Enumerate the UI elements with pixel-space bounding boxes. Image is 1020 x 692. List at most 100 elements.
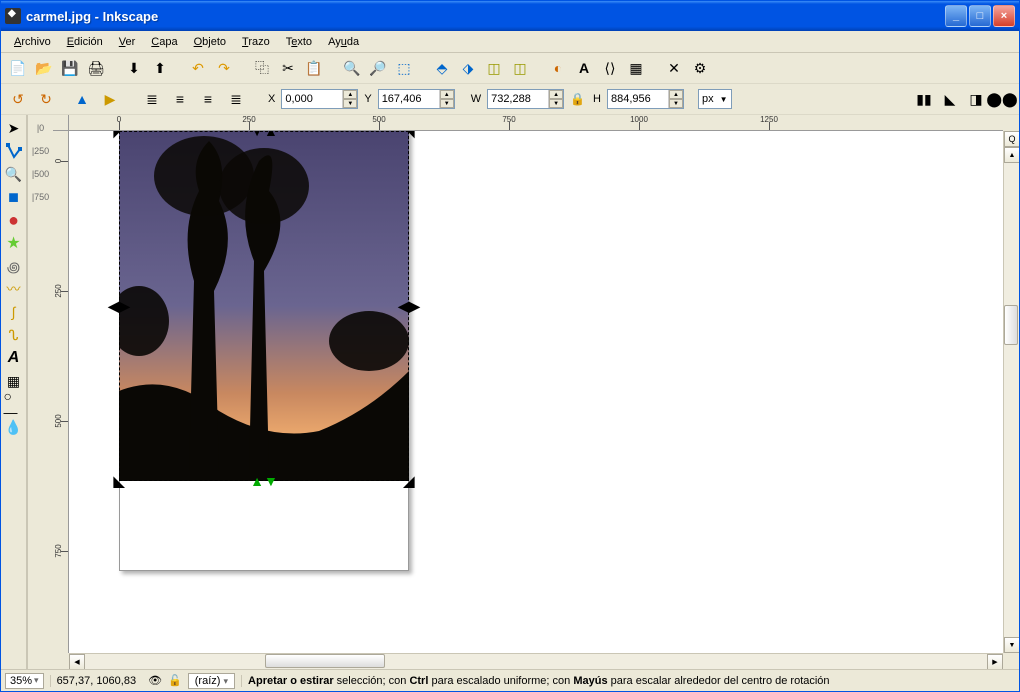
flip-v-button[interactable]: ▶ bbox=[98, 87, 122, 111]
handle-nw[interactable]: ◤ bbox=[112, 131, 126, 138]
text-dialog-button[interactable]: A bbox=[572, 56, 596, 80]
unit-combo[interactable]: px▼ bbox=[698, 89, 732, 109]
copy-button[interactable]: ⿻ bbox=[250, 56, 274, 80]
affect-pattern-button[interactable]: ⬤⬤ bbox=[990, 87, 1014, 111]
scroll-down-button[interactable]: ▼ bbox=[1004, 637, 1019, 653]
connector-tool[interactable]: ○— bbox=[3, 393, 25, 415]
affect-gradient-button[interactable]: ◨ bbox=[964, 87, 988, 111]
canvas[interactable]: ◤ ▼▲ ◥ ◀▶ ◀▶ ◣ ▲▼ ◢ bbox=[69, 131, 1003, 653]
freehand-tool[interactable]: 〰 bbox=[3, 278, 25, 300]
select-tool[interactable]: ➤ bbox=[3, 117, 25, 139]
menu-capa[interactable]: Capa bbox=[143, 34, 185, 50]
handle-e[interactable]: ◀▶ bbox=[402, 299, 416, 313]
zoom-display[interactable]: 35%▾ bbox=[5, 673, 44, 689]
rotate-cw-button[interactable]: ↻ bbox=[34, 87, 58, 111]
lower-button[interactable]: ≡ bbox=[168, 87, 192, 111]
new-doc-button[interactable]: 📄 bbox=[6, 56, 30, 80]
menu-texto[interactable]: Texto bbox=[278, 34, 320, 50]
scroll-thumb-v[interactable] bbox=[1004, 305, 1018, 345]
dropper-tool[interactable]: 💧 bbox=[3, 416, 25, 438]
import-button[interactable]: ⬇ bbox=[122, 56, 146, 80]
lock-icon[interactable]: 🔒 bbox=[570, 92, 585, 106]
zoom-draw-button[interactable]: 🔎 bbox=[366, 56, 390, 80]
toolbox-left: ➤ 🔍 ■ ● ★ ꩜ 〰 ∫ ᔐ A ▦ ○— 💧 bbox=[1, 115, 27, 669]
undo-button[interactable]: ↶ bbox=[186, 56, 210, 80]
ruler-horizontal[interactable]: 0 250 500 750 1000 1250 bbox=[69, 115, 1003, 131]
handle-n[interactable]: ▼▲ bbox=[257, 131, 271, 138]
handle-sw[interactable]: ◣ bbox=[112, 474, 126, 488]
redo-button[interactable]: ↷ bbox=[212, 56, 236, 80]
scroll-right-button[interactable]: ▶ bbox=[987, 654, 1003, 669]
y-label: Y bbox=[364, 93, 371, 105]
maximize-button[interactable]: □ bbox=[969, 5, 991, 27]
affect-corner-button[interactable]: ◣ bbox=[938, 87, 962, 111]
ruler-vertical[interactable]: 0 250 500 750 bbox=[53, 131, 69, 653]
menu-trazo[interactable]: Trazo bbox=[234, 34, 278, 50]
fill-button[interactable]: ◐ bbox=[546, 56, 570, 80]
y-input[interactable]: ▲▼ bbox=[378, 89, 455, 109]
lower-bottom-button[interactable]: ≣ bbox=[140, 87, 164, 111]
statusbar: 35%▾ 657,37, 1060,83 👁 🔓 (raíz) ▾ Apreta… bbox=[1, 669, 1019, 691]
rotate-ccw-button[interactable]: ↺ bbox=[6, 87, 30, 111]
close-button[interactable]: × bbox=[993, 5, 1015, 27]
minimize-button[interactable]: _ bbox=[945, 5, 967, 27]
open-button[interactable]: 📂 bbox=[32, 56, 56, 80]
rect-tool[interactable]: ■ bbox=[3, 186, 25, 208]
w-label: W bbox=[471, 93, 481, 105]
menu-ver[interactable]: Ver bbox=[111, 34, 144, 50]
layer-name[interactable]: (raíz) ▾ bbox=[188, 673, 235, 689]
scroll-left-button[interactable]: ◀ bbox=[69, 654, 85, 669]
ungroup-button[interactable]: ◫ bbox=[508, 56, 532, 80]
affect-stroke-button[interactable]: ▮▮ bbox=[912, 87, 936, 111]
star-tool[interactable]: ★ bbox=[3, 232, 25, 254]
docprefs-button[interactable]: ⚙ bbox=[688, 56, 712, 80]
menu-edicion[interactable]: Edición bbox=[59, 34, 111, 50]
status-message: Apretar o estirar selección; con Ctrl pa… bbox=[241, 675, 1015, 687]
raise-top-button[interactable]: ≣ bbox=[224, 87, 248, 111]
zoom-fit-button[interactable]: 🔍 bbox=[340, 56, 364, 80]
zoom-tool[interactable]: 🔍 bbox=[3, 163, 25, 185]
align-button[interactable]: ▦ bbox=[624, 56, 648, 80]
save-button[interactable]: 💾 bbox=[58, 56, 82, 80]
handle-w[interactable]: ◀▶ bbox=[112, 299, 126, 313]
handle-se[interactable]: ◢ bbox=[402, 474, 416, 488]
menu-archivo[interactable]: Archivo bbox=[6, 34, 59, 50]
duplicate-button[interactable]: ⬘ bbox=[430, 56, 454, 80]
calligraphy-tool[interactable]: ᔐ bbox=[3, 324, 25, 346]
layer-vis-icon[interactable]: 👁 bbox=[148, 674, 162, 687]
circle-tool[interactable]: ● bbox=[3, 209, 25, 231]
zoom-page-button[interactable]: ⬚ bbox=[392, 56, 416, 80]
xml-button[interactable]: ⟨⟩ bbox=[598, 56, 622, 80]
controls-toolbar: ↺ ↻ ▲ ▶ ≣ ≡ ≡ ≣ X ▲▼ Y ▲▼ W ▲▼ 🔒 H ▲▼ px… bbox=[1, 84, 1019, 115]
scrollbar-vertical[interactable]: Q ▲ ▼ bbox=[1003, 131, 1019, 653]
export-button[interactable]: ⬆ bbox=[148, 56, 172, 80]
scroll-up-button[interactable]: ▲ bbox=[1004, 147, 1019, 163]
flip-h-button[interactable]: ▲ bbox=[70, 87, 94, 111]
group-button[interactable]: ◫ bbox=[482, 56, 506, 80]
window-title: carmel.jpg - Inkscape bbox=[26, 9, 945, 24]
layer-lock-icon[interactable]: 🔓 bbox=[168, 674, 182, 687]
main-toolbar: 📄 📂 💾 🖨 ⬇ ⬆ ↶ ↷ ⿻ ✂ 📋 🔍 🔎 ⬚ ⬘ ⬗ ◫ ◫ ◐ A … bbox=[1, 53, 1019, 84]
menu-ayuda[interactable]: Ayuda bbox=[320, 34, 367, 50]
scroll-thumb-h[interactable] bbox=[265, 654, 385, 668]
raise-button[interactable]: ≡ bbox=[196, 87, 220, 111]
cut-button[interactable]: ✂ bbox=[276, 56, 300, 80]
w-input[interactable]: ▲▼ bbox=[487, 89, 564, 109]
handle-ne[interactable]: ◥ bbox=[402, 131, 416, 138]
selected-image[interactable] bbox=[119, 131, 409, 481]
scrollbar-horizontal[interactable]: ◀ ▶ bbox=[69, 653, 1003, 669]
node-tool[interactable] bbox=[3, 140, 25, 162]
prefs-button[interactable]: ✕ bbox=[662, 56, 686, 80]
text-tool[interactable]: A bbox=[3, 347, 25, 369]
clone-button[interactable]: ⬗ bbox=[456, 56, 480, 80]
spiral-tool[interactable]: ꩜ bbox=[3, 255, 25, 277]
zoom-in-icon[interactable]: Q bbox=[1004, 131, 1019, 147]
paste-button[interactable]: 📋 bbox=[302, 56, 326, 80]
menu-objeto[interactable]: Objeto bbox=[186, 34, 234, 50]
titlebar[interactable]: carmel.jpg - Inkscape _ □ × bbox=[1, 1, 1019, 31]
print-button[interactable]: 🖨 bbox=[84, 56, 108, 80]
handle-s[interactable]: ▲▼ bbox=[257, 474, 271, 488]
h-input[interactable]: ▲▼ bbox=[607, 89, 684, 109]
x-input[interactable]: ▲▼ bbox=[281, 89, 358, 109]
bezier-tool[interactable]: ∫ bbox=[3, 301, 25, 323]
